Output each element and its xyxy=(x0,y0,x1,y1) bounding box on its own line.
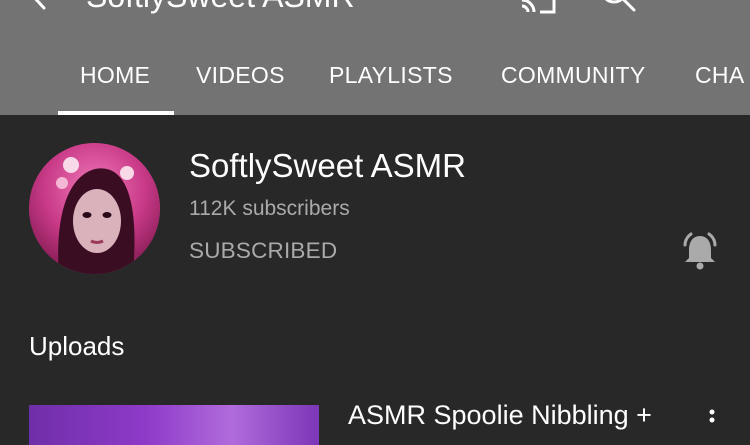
bell-icon[interactable] xyxy=(680,232,720,272)
video-more-vert-icon[interactable] xyxy=(705,408,719,428)
channel-avatar[interactable] xyxy=(29,143,160,274)
back-arrow-icon[interactable] xyxy=(22,0,56,12)
tab-home[interactable]: HOME xyxy=(80,62,150,89)
video-thumbnail[interactable] xyxy=(29,405,319,445)
channel-tabs: HOME VIDEOS PLAYLISTS COMMUNITY CHA xyxy=(0,40,750,115)
subscriber-count: 112K subscribers xyxy=(189,197,350,220)
tab-playlists[interactable]: PLAYLISTS xyxy=(329,62,453,89)
video-title[interactable]: ASMR Spoolie Nibbling + xyxy=(348,400,678,431)
tab-community[interactable]: COMMUNITY xyxy=(501,62,646,89)
search-icon[interactable] xyxy=(598,0,638,14)
uploads-heading: Uploads xyxy=(29,331,125,361)
more-vert-icon[interactable] xyxy=(690,0,710,12)
avatar-portrait-image xyxy=(29,143,160,274)
tab-channels[interactable]: CHA xyxy=(695,62,744,89)
app-bar: SoftlySweet ASMR HOME VIDEOS PLAYLISTS C… xyxy=(0,0,750,115)
cast-icon[interactable] xyxy=(518,0,558,14)
app-bar-title: SoftlySweet ASMR xyxy=(86,0,355,14)
channel-name: SoftlySweet ASMR xyxy=(189,147,466,184)
active-tab-indicator xyxy=(58,111,174,115)
subscribed-button[interactable]: SUBSCRIBED xyxy=(189,238,337,264)
tab-videos[interactable]: VIDEOS xyxy=(196,62,285,89)
